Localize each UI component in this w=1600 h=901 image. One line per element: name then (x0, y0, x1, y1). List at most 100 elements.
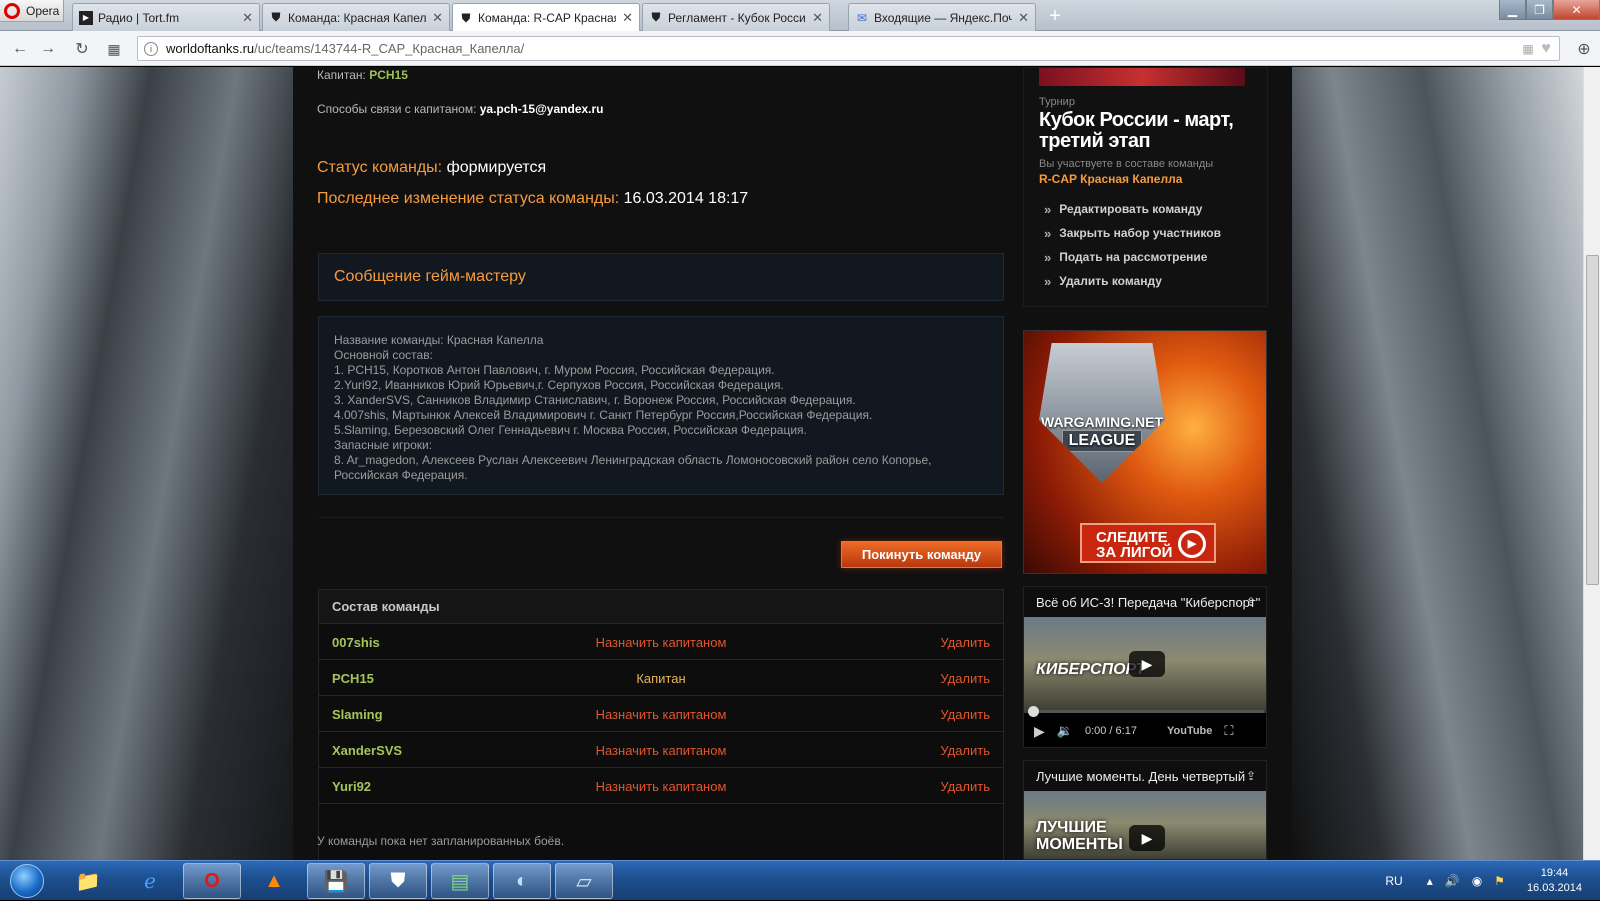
video-thumbnail[interactable]: КИБЕРСПОРТ ▶ (1024, 617, 1266, 713)
divider (318, 517, 1004, 518)
remove-player-link[interactable]: Удалить (940, 707, 990, 722)
table-row: Yuri92 Назначить капитаном Удалить (319, 768, 1003, 804)
delete-team-link[interactable]: » Удалить команду (1044, 269, 1221, 293)
taskbar-clock[interactable]: 19:44 16.03.2014 (1527, 866, 1582, 896)
share-icon[interactable]: ⇪ (1246, 595, 1256, 609)
volume-icon[interactable]: 🔉 (1057, 723, 1073, 739)
table-row: PCH15 Капитан Удалить (319, 660, 1003, 696)
back-arrow-icon[interactable]: ← (10, 39, 30, 59)
play-icon[interactable]: ▶ (1129, 825, 1165, 851)
close-recruitment-link[interactable]: » Закрыть набор участников (1044, 221, 1221, 245)
tab-team-rcap[interactable]: ⛊ Команда: R-CAP Красная Капелла ✕ (452, 3, 640, 32)
close-tab-icon[interactable]: ✕ (432, 10, 443, 26)
make-captain-link[interactable]: Назначить капитаном (319, 635, 1003, 650)
tournament-team-name[interactable]: R-CAP Красная Капелла (1039, 172, 1182, 186)
heart-icon[interactable]: ♥ (1536, 39, 1556, 59)
system-tray: RU ▴ 🔊 ◉ ⚑ 19:44 16.03.2014 (1385, 861, 1600, 901)
network-icon[interactable]: ◉ (1472, 874, 1482, 888)
video-player[interactable]: Лучшие моменты. День четвертый ⇪ ЛУЧШИЕ … (1023, 760, 1267, 860)
browser-tab-bar: Opera ▶ Радио | Tort.fm ✕ ⛊ Команда: Кра… (0, 0, 1600, 32)
minimize-icon[interactable]: ▁ (1499, 0, 1526, 20)
download-icon[interactable]: ⊕ (1574, 39, 1594, 59)
tab-yandex-mail[interactable]: ✉ Входящие — Яндекс.Почта ✕ (848, 3, 1036, 31)
table-row: Slaming Назначить капитаном Удалить (319, 696, 1003, 732)
tab-team-red-capella[interactable]: ⛊ Команда: Красная Капелла ✕ (262, 3, 450, 31)
gm-message-line: Основной состав: (334, 348, 433, 362)
captain-email: ya.pch-15@yandex.ru (479, 102, 604, 116)
vlc-cone-icon[interactable]: ▲ (245, 863, 303, 899)
background-art-left (0, 67, 293, 860)
close-tab-icon[interactable]: ✕ (1018, 10, 1029, 26)
captain-name-link[interactable]: PCH15 (369, 68, 408, 82)
close-tab-icon[interactable]: ✕ (812, 10, 823, 26)
explorer-folder-icon[interactable]: 📁 (59, 863, 117, 899)
wot-shield-icon: ⛊ (651, 10, 661, 24)
language-indicator[interactable]: RU (1385, 874, 1402, 888)
video-player[interactable]: Всё об ИС-3! Передача "Киберспорт" ⇪ КИБ… (1023, 586, 1267, 748)
team-last-change: Последнее изменение статуса команды: 16.… (317, 190, 749, 207)
leave-team-button[interactable]: Покинуть команду (841, 541, 1002, 568)
close-tab-icon[interactable]: ✕ (242, 10, 253, 26)
close-tab-icon[interactable]: ✕ (622, 10, 633, 26)
forward-arrow-icon[interactable]: → (38, 39, 58, 59)
make-captain-link[interactable]: Назначить капитаном (319, 707, 1003, 722)
speed-dial-icon[interactable]: ▦ (104, 39, 124, 59)
fullscreen-icon[interactable]: ⛶ (1224, 723, 1233, 739)
captain-line: Капитан: PCH15 (317, 68, 408, 82)
remove-player-link[interactable]: Удалить (940, 779, 990, 794)
team-last-change-value: 16.03.2014 18:17 (623, 190, 749, 207)
page-viewport: Капитан: PCH15 Способы связи с капитаном… (0, 67, 1600, 860)
video-thumbnail[interactable]: ЛУЧШИЕ МОМЕНТЫ ▶ (1024, 791, 1266, 859)
share-icon[interactable]: ⇪ (1246, 769, 1256, 783)
page-scrollbar[interactable] (1583, 67, 1600, 860)
remove-player-link[interactable]: Удалить (940, 743, 990, 758)
video-title[interactable]: Лучшие моменты. День четвертый ⇪ (1024, 761, 1266, 791)
maximize-icon[interactable]: ❐ (1526, 0, 1553, 20)
opera-menu-button[interactable]: Opera (0, 0, 64, 22)
monitor-app-icon[interactable]: ▤ (431, 863, 489, 899)
edit-team-link[interactable]: » Редактировать команду (1044, 197, 1221, 221)
windows-logo-icon (10, 864, 44, 898)
gm-message-line: 8. Ar_magedon, Алексеев Руслан Алексееви… (334, 453, 935, 482)
start-button[interactable] (4, 862, 50, 900)
url-input[interactable]: i worldoftanks.ru/uc/teams/143744-R_CAP_… (137, 36, 1560, 61)
floppy-save-icon[interactable]: 💾 (307, 863, 365, 899)
remove-player-link[interactable]: Удалить (940, 671, 990, 686)
play-icon[interactable]: ▶ (1034, 723, 1045, 740)
submit-for-review-link[interactable]: » Подать на рассмотрение (1044, 245, 1221, 269)
make-captain-link[interactable]: Назначить капитаном (319, 779, 1003, 794)
video-title[interactable]: Всё об ИС-3! Передача "Киберспорт" ⇪ (1024, 587, 1266, 617)
new-tab-button[interactable]: + (1044, 4, 1066, 28)
close-window-icon[interactable]: ✕ (1553, 0, 1600, 20)
team-status-value: формируется (446, 159, 547, 176)
reload-icon[interactable]: ↻ (72, 39, 92, 59)
table-row: 007shis Назначить капитаном Удалить (319, 624, 1003, 660)
warning-flag-icon[interactable]: ⚑ (1494, 874, 1505, 888)
video-controls: ▶ 🔉 0:00 / 6:17 YouTube ⛶ (1024, 715, 1266, 747)
scrollbar-thumb[interactable] (1586, 255, 1599, 585)
make-captain-link[interactable]: Назначить капитаном (319, 743, 1003, 758)
wot-shield-icon[interactable]: ⛊ (369, 863, 427, 899)
teamspeak-icon[interactable]: ◐ (493, 863, 551, 899)
play-icon[interactable]: ▶ (1129, 651, 1165, 677)
site-info-icon[interactable]: i (144, 41, 158, 56)
tournament-title-link[interactable]: Кубок России - март, третий этап (1039, 110, 1259, 152)
tray-expand-icon[interactable]: ▴ (1427, 874, 1433, 888)
tab-reglament[interactable]: ⛊ Регламент - Кубок России ✕ (642, 3, 830, 31)
tab-radio[interactable]: ▶ Радио | Tort.fm ✕ (72, 3, 260, 31)
follow-league-button[interactable]: СЛЕДИТЕ ЗА ЛИГОЙ ▶ (1080, 523, 1216, 563)
stash-icon[interactable]: ▦ (1518, 39, 1538, 59)
remove-player-link[interactable]: Удалить (940, 635, 990, 650)
league-banner[interactable]: WARGAMING.NET LEAGUE СЛЕДИТЕ ЗА ЛИГОЙ ▶ (1023, 330, 1267, 574)
captain-badge: Капитан (636, 671, 686, 686)
roster-header: Состав команды (319, 590, 1003, 624)
video-time: 0:00 / 6:17 (1084, 725, 1137, 737)
video-progress-bar[interactable] (1028, 706, 1264, 717)
internet-explorer-icon[interactable]: ℯ (121, 863, 179, 899)
youtube-logo-icon[interactable]: YouTube (1167, 725, 1212, 737)
opera-taskbar-icon[interactable]: O (183, 863, 241, 899)
gm-message-header: Сообщение гейм-мастеру (318, 253, 1004, 301)
volume-icon[interactable]: 🔊 (1445, 874, 1460, 888)
notepad-icon[interactable]: ▱ (555, 863, 613, 899)
gm-message-line: 3. XanderSVS, Санников Владимир Станисла… (334, 393, 856, 407)
